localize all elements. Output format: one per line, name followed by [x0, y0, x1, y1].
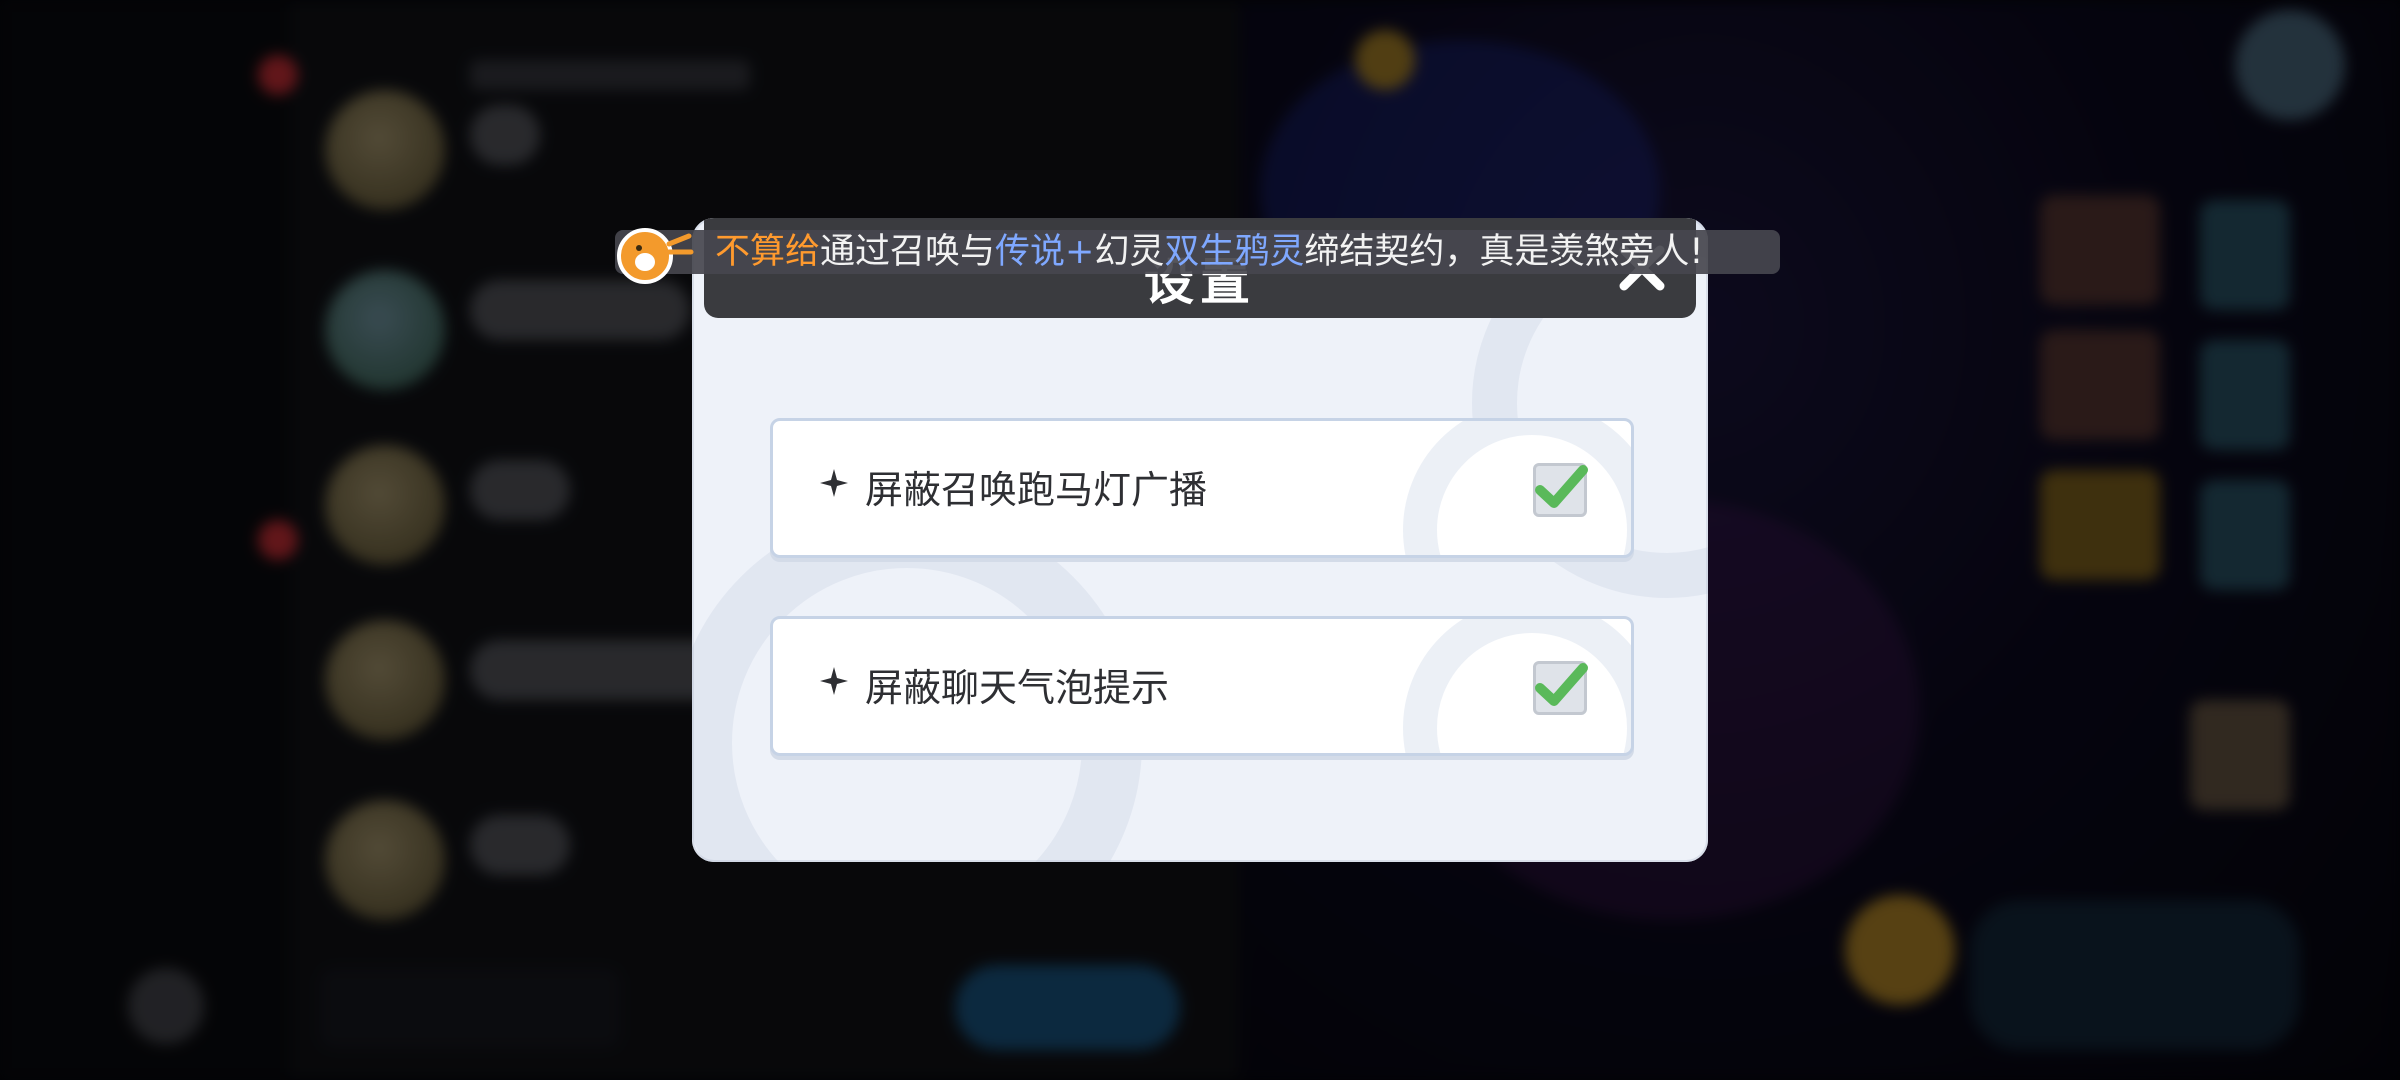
marquee-segment: 缔结契约，真是羡煞旁人!	[1304, 232, 1704, 272]
setting-row-chat-bubble[interactable]: 屏蔽聊天气泡提示	[770, 616, 1634, 756]
row-watermark	[1403, 619, 1631, 753]
rarity-label: 传说+	[995, 232, 1095, 272]
summon-broadcast-marquee: 不算给通过召唤与传说+幻灵双生鸦灵缔结契约，真是羡煞旁人!	[615, 228, 1780, 284]
sparkle-icon	[820, 667, 848, 695]
spirit-name: 双生鸦灵	[1164, 232, 1305, 272]
mascot-icon	[617, 228, 694, 284]
row-watermark	[1403, 421, 1631, 555]
checkbox-block-broadcast[interactable]	[1533, 463, 1588, 517]
marquee-segment: 幻灵	[1094, 232, 1165, 272]
marquee-segment: 通过召唤与	[820, 232, 996, 272]
player-name: 不算给	[715, 232, 821, 272]
checkmark-icon	[1535, 663, 1588, 706]
marquee-text: 不算给通过召唤与传说+幻灵双生鸦灵缔结契约，真是羡煞旁人!	[715, 230, 1703, 274]
checkbox-block-chat-bubble[interactable]	[1533, 661, 1588, 715]
checkmark-icon	[1535, 465, 1588, 508]
setting-label: 屏蔽召唤跑马灯广播	[865, 468, 1208, 512]
settings-dialog: 设置 屏蔽召唤跑马灯广播 屏蔽聊天气泡提示	[692, 218, 1708, 862]
setting-label: 屏蔽聊天气泡提示	[865, 666, 1170, 710]
setting-row-broadcast[interactable]: 屏蔽召唤跑马灯广播	[770, 418, 1634, 558]
sparkle-icon	[820, 469, 848, 497]
